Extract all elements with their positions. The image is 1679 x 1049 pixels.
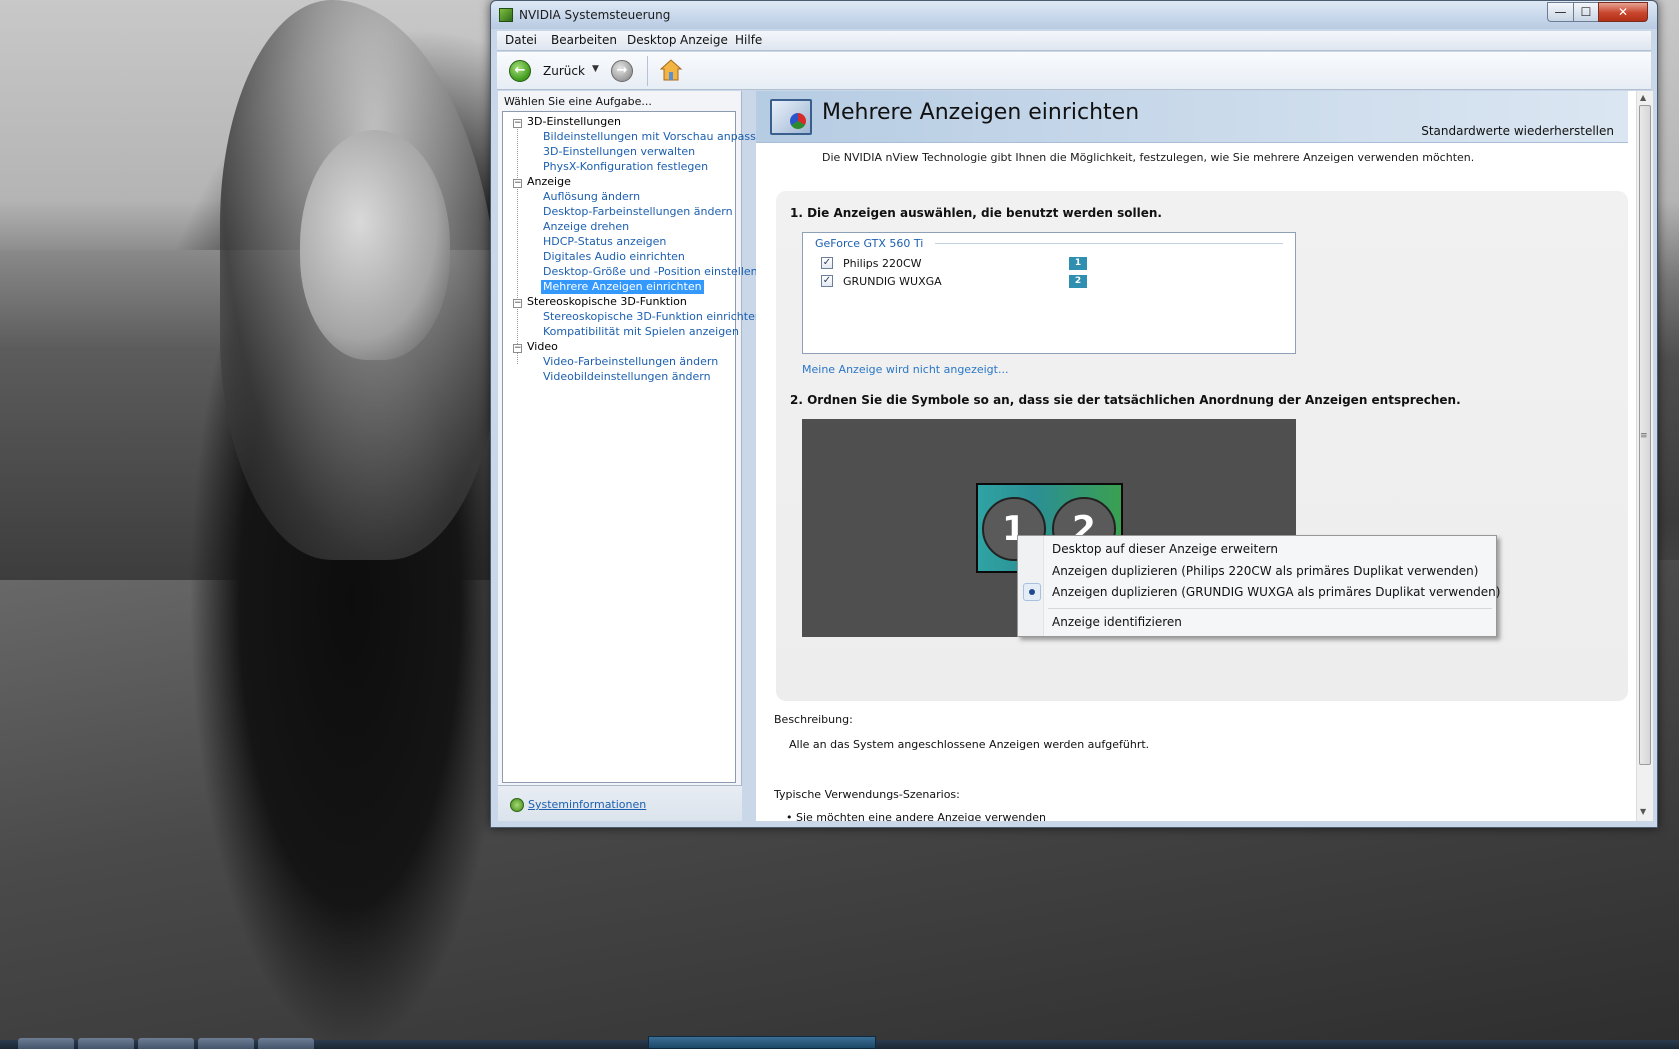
back-button-label[interactable]: Zurück (543, 64, 585, 78)
home-icon[interactable] (659, 58, 683, 82)
task-tree: − 3D-Einstellungen Bildeinstellungen mit… (502, 111, 770, 783)
tree-item-physx-config[interactable]: PhysX-Konfiguration festlegen (543, 160, 708, 174)
tree-item-stereo-3d-setup[interactable]: Stereoskopische 3D-Funktion einrichten (543, 310, 762, 324)
back-history-dropdown-icon[interactable]: ▼ (592, 64, 599, 74)
wallpaper-face (300, 130, 450, 360)
intro-text: Die NVIDIA nView Technologie gibt Ihnen … (822, 151, 1475, 164)
minimize-button[interactable]: — (1547, 2, 1574, 22)
tree-item-hdcp-status[interactable]: HDCP-Status anzeigen (543, 235, 666, 249)
close-button[interactable]: ✕ (1598, 2, 1648, 22)
menu-anzeige[interactable]: Anzeige (680, 33, 728, 47)
gpu-name: GeForce GTX 560 Ti (815, 237, 924, 250)
system-info-icon (510, 798, 524, 812)
system-info-link[interactable]: Systeminformationen (528, 798, 646, 811)
description-text: Alle an das System angeschlossene Anzeig… (789, 738, 1150, 751)
display-name-grundig: GRUNDIG WUXGA (843, 275, 942, 288)
menu-hilfe[interactable]: Hilfe (735, 33, 762, 47)
step2-heading: 2. Ordnen Sie die Symbole so an, dass si… (790, 393, 1461, 407)
nvidia-control-panel-window: NVIDIA Systemsteuerung — ☐ ✕ Datei Bearb… (490, 0, 1658, 828)
taskbar-button[interactable] (18, 1038, 74, 1049)
radio-selected-icon (1023, 583, 1041, 601)
task-navigation-pane: Wählen Sie eine Aufgabe... − 3D-Einstell… (498, 91, 770, 821)
tree-item-image-settings-preview[interactable]: Bildeinstellungen mit Vorschau anpassen (543, 130, 770, 144)
title-bar[interactable]: NVIDIA Systemsteuerung — ☐ ✕ (491, 1, 1657, 29)
tree-item-manage-3d-settings[interactable]: 3D-Einstellungen verwalten (543, 145, 695, 159)
menu-desktop[interactable]: Desktop (627, 33, 677, 47)
system-info-bar: Systeminformationen (498, 785, 742, 821)
tree-category-stereo-3d[interactable]: Stereoskopische 3D-Funktion (527, 295, 687, 309)
taskbar-button[interactable] (258, 1038, 314, 1049)
gpu-divider (935, 243, 1283, 244)
task-caption: Wählen Sie eine Aufgabe... (504, 95, 652, 108)
collapse-icon[interactable]: − (513, 179, 522, 188)
display-not-shown-link[interactable]: Meine Anzeige wird nicht angezeigt... (802, 363, 1008, 376)
nview-icon (790, 113, 806, 129)
display-name-philips: Philips 220CW (843, 257, 922, 270)
collapse-icon[interactable]: − (513, 344, 522, 353)
restore-defaults-link[interactable]: Standardwerte wiederherstellen (1421, 124, 1614, 138)
tree-item-video-image[interactable]: Videobildeinstellungen ändern (543, 370, 711, 384)
arrow-right-icon[interactable]: → (611, 60, 633, 82)
taskbar-active-window[interactable] (648, 1036, 876, 1049)
collapse-icon[interactable]: − (513, 299, 522, 308)
tree-item-multiple-displays[interactable]: Mehrere Anzeigen einrichten (541, 280, 704, 294)
usage-scenarios-label: Typische Verwendungs-Szenarios: (774, 788, 960, 801)
collapse-icon[interactable]: − (513, 119, 522, 128)
content-pane: Mehrere Anzeigen einrichten Standardwert… (756, 91, 1646, 821)
tree-category-3d-settings[interactable]: 3D-Einstellungen (527, 115, 621, 129)
taskbar-button[interactable] (138, 1038, 194, 1049)
page-header: Mehrere Anzeigen einrichten Standardwert… (756, 91, 1628, 143)
tree-category-video[interactable]: Video (527, 340, 558, 354)
menu-duplicate-philips-primary[interactable]: Anzeigen duplizieren (Philips 220CW als … (1052, 564, 1478, 578)
tree-item-desktop-color-settings[interactable]: Desktop-Farbeinstellungen ändern (543, 205, 733, 219)
description-label: Beschreibung: (774, 713, 853, 726)
display-checkbox-philips[interactable]: ✓ (821, 257, 833, 269)
menu-identify-display[interactable]: Anzeige identifizieren (1052, 615, 1182, 629)
menu-bearbeiten[interactable]: Bearbeiten (551, 33, 617, 47)
taskbar-button[interactable] (198, 1038, 254, 1049)
tree-item-digital-audio[interactable]: Digitales Audio einrichten (543, 250, 685, 264)
tree-item-video-color[interactable]: Video-Farbeinstellungen ändern (543, 355, 718, 369)
content-scrollbar[interactable]: ▲ ≡ ▼ (1636, 91, 1653, 821)
window-title: NVIDIA Systemsteuerung (519, 8, 671, 22)
tree-item-desktop-size-position[interactable]: Desktop-Größe und -Position einstellen (543, 265, 758, 279)
menu-extend-desktop[interactable]: Desktop auf dieser Anzeige erweitern (1052, 542, 1278, 556)
usage-scenario-item: • Sie möchten eine andere Anzeige verwen… (786, 811, 1046, 821)
display-context-menu: Desktop auf dieser Anzeige erweitern Anz… (1017, 535, 1500, 637)
scroll-grip-icon: ≡ (1640, 431, 1648, 441)
scroll-down-icon[interactable]: ▼ (1640, 807, 1646, 816)
maximize-button[interactable]: ☐ (1573, 2, 1599, 22)
display-checkbox-grundig[interactable]: ✓ (821, 275, 833, 287)
tree-item-change-resolution[interactable]: Auflösung ändern (543, 190, 640, 204)
tree-category-display[interactable]: Anzeige (527, 175, 571, 189)
taskbar-button[interactable] (78, 1038, 134, 1049)
toolbar: ← Zurück ▼ → (497, 52, 1651, 90)
multi-display-icon (770, 99, 812, 135)
scroll-up-icon[interactable]: ▲ (1640, 93, 1646, 102)
tree-item-rotate-display[interactable]: Anzeige drehen (543, 220, 629, 234)
menu-bar: Datei Bearbeiten Desktop Anzeige Hilfe (497, 31, 1651, 51)
display-number-badge-2: 2 (1069, 275, 1087, 288)
menu-datei[interactable]: Datei (505, 33, 537, 47)
menu-duplicate-grundig-primary[interactable]: Anzeigen duplizieren (GRUNDIG WUXGA als … (1052, 585, 1500, 599)
toolbar-separator (647, 56, 648, 86)
tree-item-game-compatibility[interactable]: Kompatibilität mit Spielen anzeigen (543, 325, 739, 339)
nvidia-app-icon (499, 8, 513, 22)
tree-connector (517, 124, 518, 364)
page-title: Mehrere Anzeigen einrichten (822, 100, 1140, 125)
step1-heading: 1. Die Anzeigen auswählen, die benutzt w… (790, 206, 1162, 220)
arrow-left-icon[interactable]: ← (509, 60, 531, 82)
display-number-badge-1: 1 (1069, 257, 1087, 270)
menu-separator (1048, 608, 1492, 609)
display-selection-box: GeForce GTX 560 Ti ✓ Philips 220CW 1 ✓ G… (802, 232, 1296, 354)
